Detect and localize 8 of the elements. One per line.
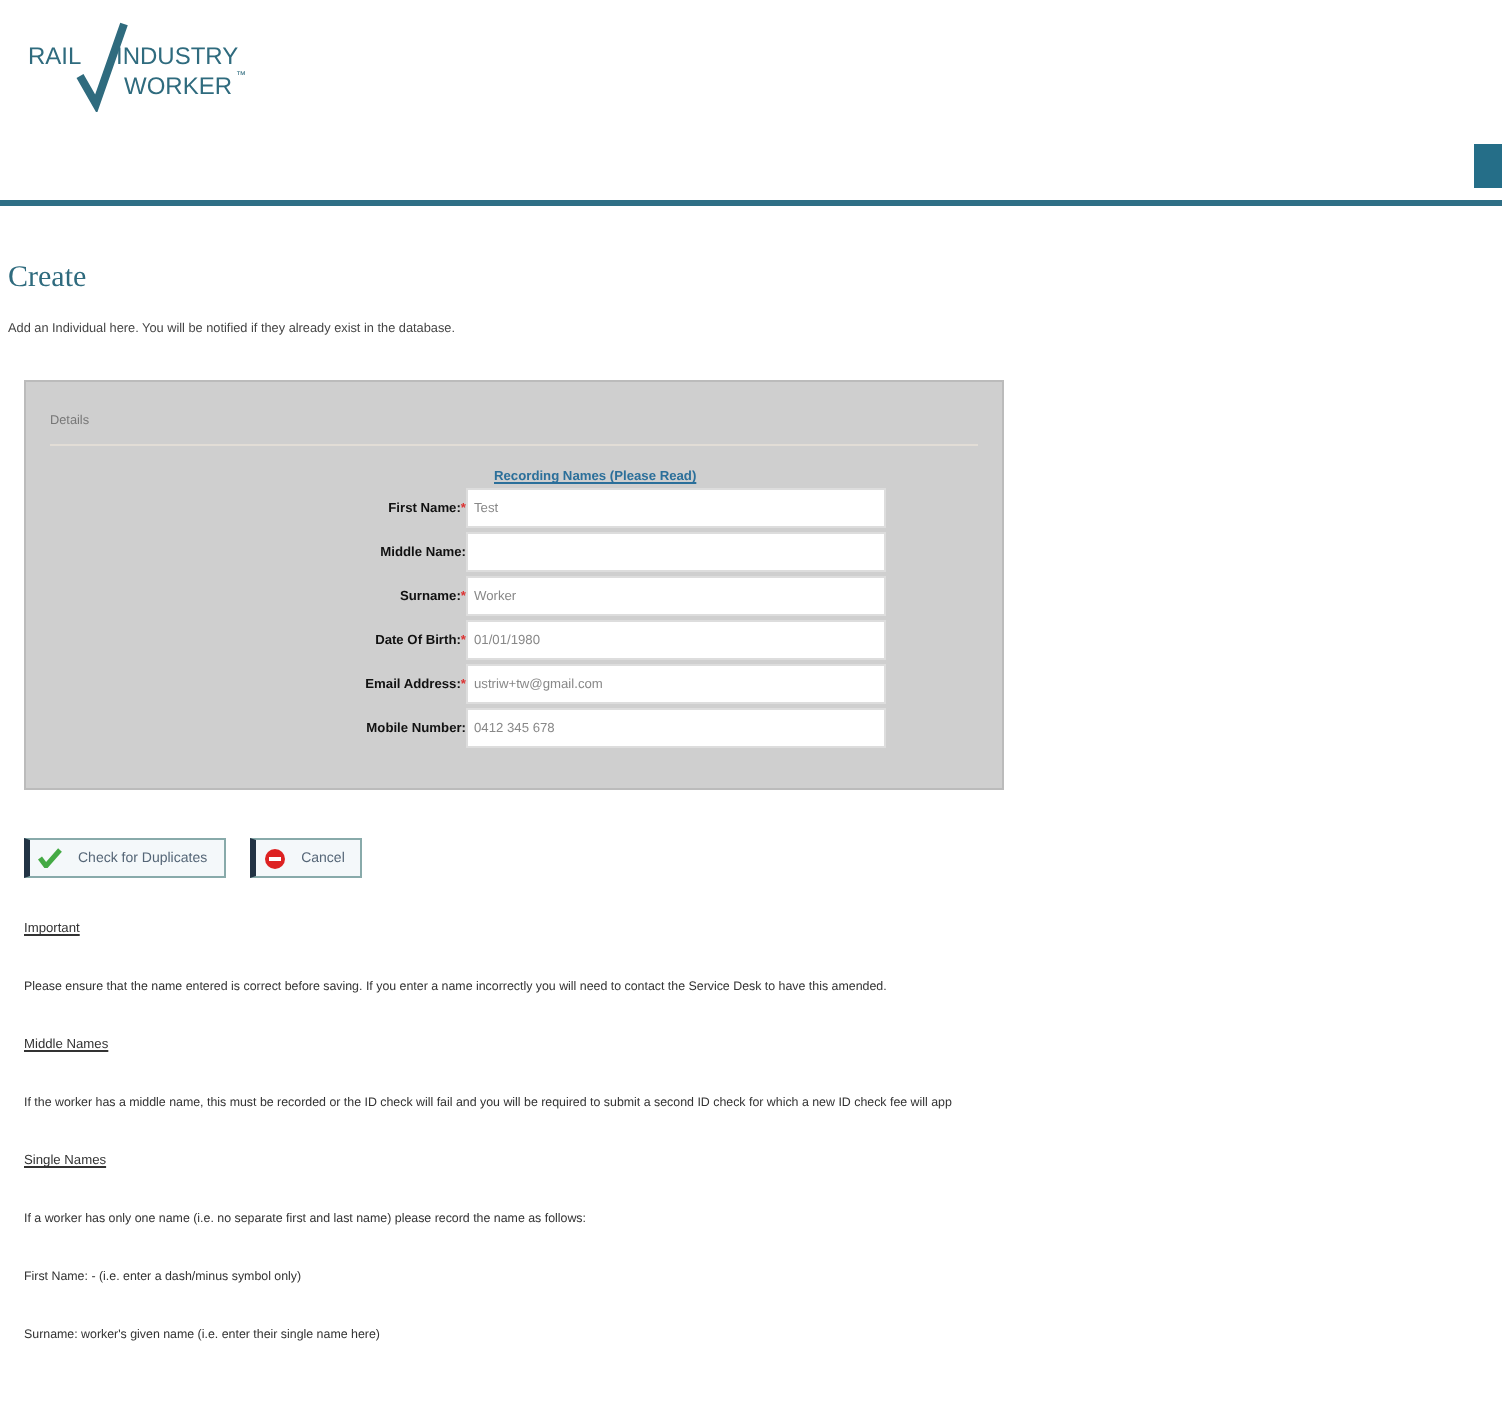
menu-button[interactable] [1474, 144, 1502, 188]
logo-text: RAIL [28, 44, 82, 68]
text-field[interactable] [466, 532, 886, 572]
page-title: Create [8, 262, 89, 296]
logo-text: INDUSTRY [116, 44, 239, 68]
logo-text: WORKER [124, 74, 232, 98]
checkmark-icon [38, 848, 62, 868]
stop-icon [263, 847, 286, 869]
